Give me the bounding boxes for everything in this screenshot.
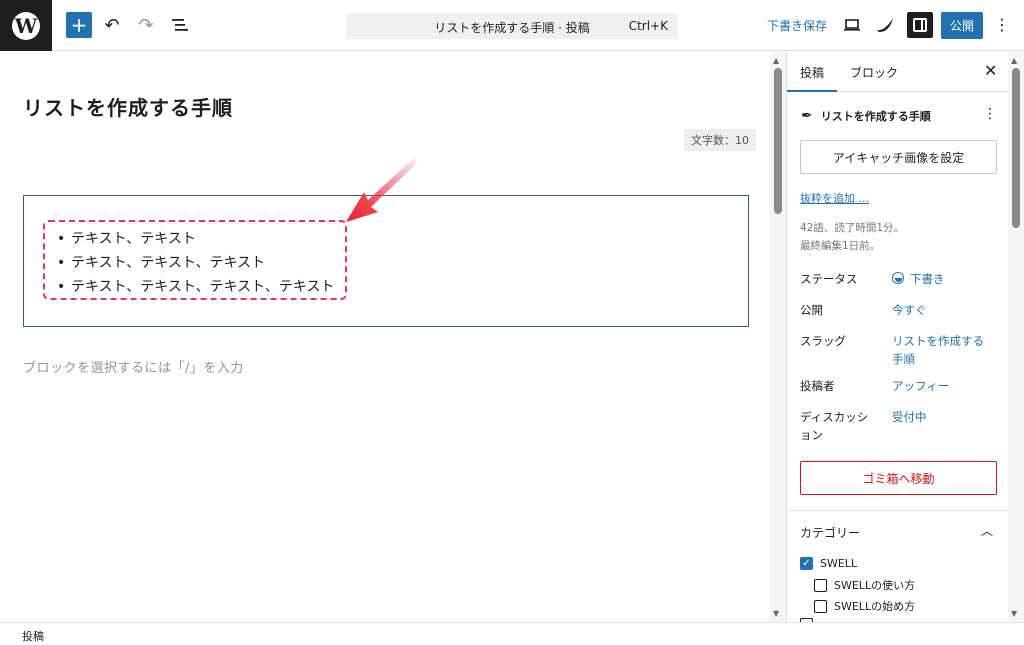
wordpress-logo-icon: W (12, 11, 40, 40)
checkbox-icon[interactable] (814, 578, 827, 592)
undo-button[interactable]: ↶ (100, 13, 124, 37)
block-placeholder[interactable]: ブロックを選択するには「/」を入力 (23, 357, 244, 376)
redo-button[interactable]: ↷ (134, 13, 158, 37)
word-count-badge: 文字数：10 (684, 129, 756, 151)
discussion-value-button[interactable]: 受付中 (892, 408, 927, 426)
theme-settings-button[interactable] (873, 13, 897, 37)
sidebar-toggle-icon (913, 18, 927, 32)
list-view-icon (172, 19, 188, 31)
slug-label: スラッグ (800, 334, 846, 348)
vertical-dots-icon: ⋮ (994, 15, 1010, 34)
post-summary-header: ✒ リストを作成する手順 (801, 108, 931, 124)
list-item[interactable]: テキスト、テキスト、テキスト (55, 251, 334, 275)
editor-scrollbar-thumb[interactable] (774, 68, 782, 214)
sidebar-scrollbar-thumb[interactable] (1012, 68, 1020, 228)
category-checkbox-swell[interactable]: ✓ SWELL (800, 557, 857, 570)
command-palette-bar[interactable]: リストを作成する手順 · 投稿 Ctrl+K (346, 13, 678, 39)
command-shortcut: Ctrl+K (628, 19, 668, 33)
laptop-preview-icon (844, 19, 860, 31)
scroll-down-icon[interactable]: ▼ (1011, 609, 1017, 618)
author-label: 投稿者 (800, 379, 835, 393)
sidebar-scrollbar[interactable]: ▲ ▼ (1008, 52, 1024, 622)
list-item[interactable]: テキスト、テキスト (55, 227, 334, 251)
close-sidebar-button[interactable]: ✕ (984, 61, 997, 80)
wordpress-logo-button[interactable]: W (0, 0, 52, 51)
move-to-trash-button[interactable]: ゴミ箱へ移動 (800, 461, 997, 495)
scroll-up-icon[interactable]: ▲ (1011, 56, 1017, 65)
status-value: 下書き (910, 272, 945, 286)
preview-button[interactable] (840, 13, 864, 37)
category-label: SWELLの使い方 (834, 579, 916, 592)
close-icon: ✕ (984, 61, 998, 80)
sidebar-divider (787, 510, 1024, 511)
publish-date-button[interactable]: 今すぐ (892, 301, 927, 319)
tab-block[interactable]: ブロック (850, 64, 898, 81)
post-actions-button[interactable]: ⋮ (983, 106, 997, 122)
list-item[interactable]: テキスト、テキスト、テキスト、テキスト (55, 275, 334, 299)
status-value-button[interactable]: 下書き (892, 270, 945, 288)
chevron-up-icon[interactable]: ︿ (981, 522, 993, 539)
editor-scrollbar[interactable]: ▲ ▼ (770, 52, 786, 622)
editor-footer-breadcrumb: 投稿 (0, 622, 1024, 645)
sidebar-toggle-button[interactable] (907, 12, 933, 38)
set-featured-image-button[interactable]: アイキャッチ画像を設定 (800, 140, 997, 174)
top-toolbar: W + ↶ ↷ リストを作成する手順 · 投稿 Ctrl+K 下書き保存 公開 … (0, 0, 1024, 51)
settings-sidebar: 投稿 ブロック ✕ ✒ リストを作成する手順 ⋮ アイキャッチ画像を設定 抜粋を… (786, 52, 1024, 622)
publish-label: 公開 (800, 303, 823, 317)
scroll-down-icon[interactable]: ▼ (773, 609, 779, 618)
category-label: SWELL (820, 557, 858, 570)
checkbox-icon[interactable] (814, 599, 827, 613)
categories-panel-title[interactable]: カテゴリー (800, 524, 860, 541)
swell-logo-icon (877, 18, 893, 32)
last-edited-text: 最終編集1日前。 (800, 240, 881, 252)
scroll-up-icon[interactable]: ▲ (773, 56, 779, 65)
reading-time-text: 42語、読了時間1分。 (800, 222, 905, 234)
quill-icon: ✒ (801, 108, 813, 124)
status-label: ステータス (800, 272, 858, 286)
checkbox-checked-icon[interactable]: ✓ (800, 557, 813, 570)
save-draft-button[interactable]: 下書き保存 (767, 17, 827, 34)
tab-post[interactable]: 投稿 (787, 64, 838, 92)
plus-icon: + (70, 13, 88, 37)
options-menu-button[interactable]: ⋮ (994, 14, 1010, 38)
sidebar-tabs: 投稿 ブロック ✕ (787, 52, 1024, 92)
bullet-list[interactable]: テキスト、テキスト テキスト、テキスト、テキスト テキスト、テキスト、テキスト、… (55, 227, 334, 299)
discussion-label: ディスカッション (800, 410, 869, 442)
post-title[interactable]: リストを作成する手順 (23, 92, 233, 121)
publish-button[interactable]: 公開 (941, 12, 983, 39)
undo-icon: ↶ (104, 14, 120, 36)
category-label: SWELLの始め方 (834, 600, 916, 613)
slug-value-button[interactable]: リストを作成する手順 (892, 332, 987, 368)
breadcrumb-post[interactable]: 投稿 (22, 628, 44, 644)
redo-icon: ↷ (138, 14, 154, 36)
category-checkbox-swell-start[interactable]: SWELLの始め方 (814, 598, 915, 614)
author-value-button[interactable]: アッフィー (892, 377, 949, 395)
draft-status-icon (892, 272, 904, 284)
add-excerpt-link[interactable]: 抜粋を追加 ... (800, 190, 869, 206)
post-summary-title: リストを作成する手順 (820, 110, 931, 123)
editor-canvas: リストを作成する手順 文字数：10 テキスト、テキスト テキスト、テキスト、テキ… (0, 52, 786, 622)
document-overview-button[interactable] (168, 13, 192, 37)
add-block-button[interactable]: + (66, 12, 92, 38)
annotation-arrow-icon (346, 157, 418, 222)
category-checkbox-swell-usage[interactable]: SWELLの使い方 (814, 577, 915, 593)
